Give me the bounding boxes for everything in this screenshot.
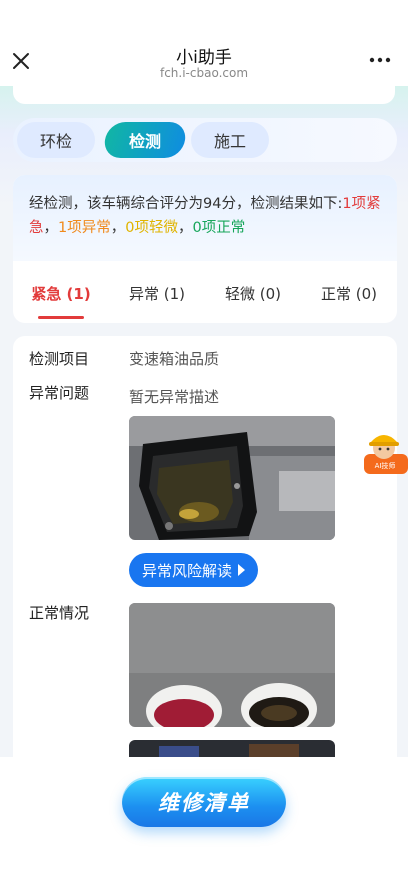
bottom-bar: 维修清单 — [0, 757, 408, 883]
fluid-sample-image — [129, 603, 335, 727]
tab-label: 环检 — [39, 132, 72, 151]
ai-technician-icon[interactable]: AI技师 — [362, 424, 408, 480]
summary-text: 经检测，该车辆综合评分为94分，检测结果如下:1项紧急，1项异常，0项轻微，0项… — [13, 175, 397, 261]
tab-label: 施工 — [213, 132, 246, 151]
minor-count: 0项轻微 — [125, 220, 178, 236]
tab-shigong[interactable]: 施工 — [191, 122, 269, 158]
severity-tabs: 紧急 (1) 异常 (1) 轻微 (0) 正常 (0) — [13, 261, 397, 323]
summary-card: 经检测，该车辆综合评分为94分，检测结果如下:1项紧急，1项异常，0项轻微，0项… — [13, 175, 397, 323]
tab-urgent[interactable]: 紧急 (1) — [13, 261, 109, 323]
risk-button-label: 异常风险解读 — [141, 561, 232, 580]
issue-photo[interactable] — [129, 416, 335, 540]
tab-huanjian[interactable]: 环检 — [17, 122, 95, 158]
sep: ， — [43, 220, 59, 236]
top-card-edge — [13, 86, 395, 104]
sep: ， — [110, 220, 126, 236]
play-icon — [238, 564, 245, 576]
normal-label: 正常情况 — [29, 604, 90, 622]
issue-value: 暂无异常描述 — [129, 388, 220, 406]
inspection-tabs: 环检 检测 施工 — [13, 118, 397, 162]
abnormal-count: 1项异常 — [58, 220, 111, 236]
tab-normal[interactable]: 正常 (0) — [301, 261, 397, 323]
item-value: 变速箱油品质 — [129, 350, 220, 368]
normal-count: 0项正常 — [192, 220, 246, 236]
tab-minor[interactable]: 轻微 (0) — [205, 261, 301, 323]
repair-list-button[interactable]: 维修清单 — [122, 777, 286, 827]
ai-label: AI技师 — [375, 461, 396, 470]
more-icon[interactable] — [368, 52, 392, 68]
tab-jiance[interactable]: 检测 — [102, 122, 188, 158]
item-label: 检测项目 — [29, 350, 90, 368]
tab-label: 检测 — [128, 132, 161, 151]
summary-prefix: 经检测，该车辆综合评分为94分，检测结果如下: — [29, 196, 343, 212]
normal-photo[interactable] — [129, 603, 335, 727]
issue-label: 异常问题 — [29, 384, 90, 402]
page-url: fch.i-cbao.com — [159, 66, 249, 80]
sep: ， — [177, 220, 193, 236]
tab-abnormal[interactable]: 异常 (1) — [109, 261, 205, 323]
page-title: 小i助手 — [176, 48, 232, 68]
nav-bar: 小i助手 fch.i-cbao.com — [0, 0, 408, 90]
detail-card: 检测项目 变速箱油品质 异常问题 暂无异常描述 异常风险解读 正常情况 — [13, 336, 397, 766]
risk-interpretation-button[interactable]: 异常风险解读 — [129, 553, 258, 587]
oil-pan-image — [129, 416, 335, 540]
